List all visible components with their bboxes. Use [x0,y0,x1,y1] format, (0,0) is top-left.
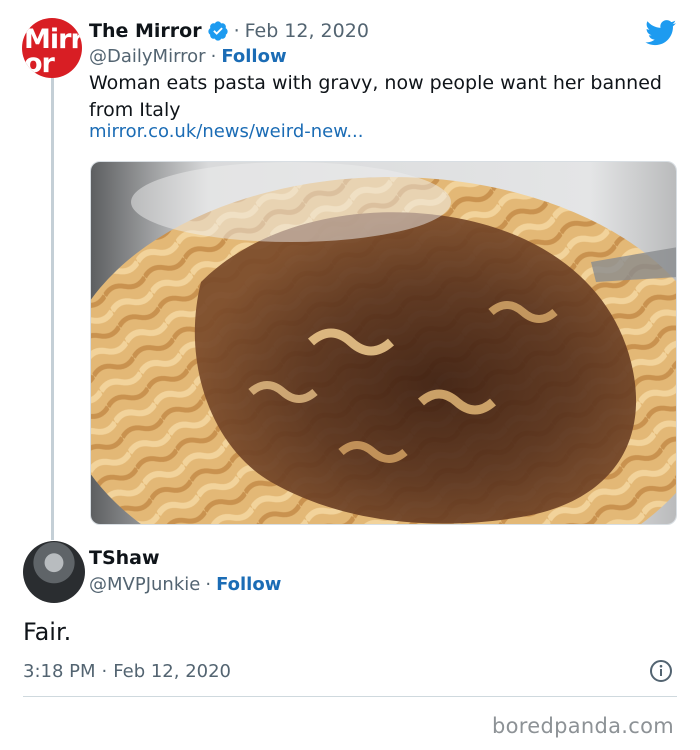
tweet-time: 3:18 PM [23,660,96,682]
separator-dot: · [210,45,217,67]
separator-dot: · [205,573,212,595]
display-name[interactable]: TShaw [89,547,160,569]
handle-row: @DailyMirror · Follow [89,44,287,68]
twitter-bird-icon[interactable] [645,20,677,46]
article-link[interactable]: mirror.co.uk/news/weird-new... [89,121,363,142]
avatar[interactable]: Mirr or [22,18,82,78]
separator-dot: · [233,20,240,42]
tweet-photo[interactable] [90,161,677,525]
thread-connector-line [51,78,54,540]
tweet-text: Woman eats pasta with gravy, now people … [89,72,662,121]
avatar[interactable] [23,541,85,603]
watermark: boredpanda.com [492,714,675,738]
divider [23,696,677,697]
user-handle[interactable]: @MVPJunkie [89,574,200,595]
pasta-gravy-image [91,162,676,524]
tweet-header: The Mirror · Feb 12, 2020 [89,18,369,44]
info-icon[interactable] [649,659,673,683]
verified-badge-icon [207,21,228,41]
display-name[interactable]: The Mirror [89,20,202,42]
follow-button[interactable]: Follow [221,46,286,67]
follow-button[interactable]: Follow [216,574,281,595]
user-handle[interactable]: @DailyMirror [89,46,206,67]
tweet-date[interactable]: Feb 12, 2020 [245,20,369,42]
tweet-timestamp[interactable]: 3:18 PM · Feb 12, 2020 [23,658,231,684]
handle-row: @MVPJunkie · Follow [89,572,281,596]
avatar-logo-text-2: or [24,48,55,78]
separator-dot: · [101,660,108,682]
tweet-text: Fair. [23,618,72,646]
tweet-date: Feb 12, 2020 [113,660,232,682]
